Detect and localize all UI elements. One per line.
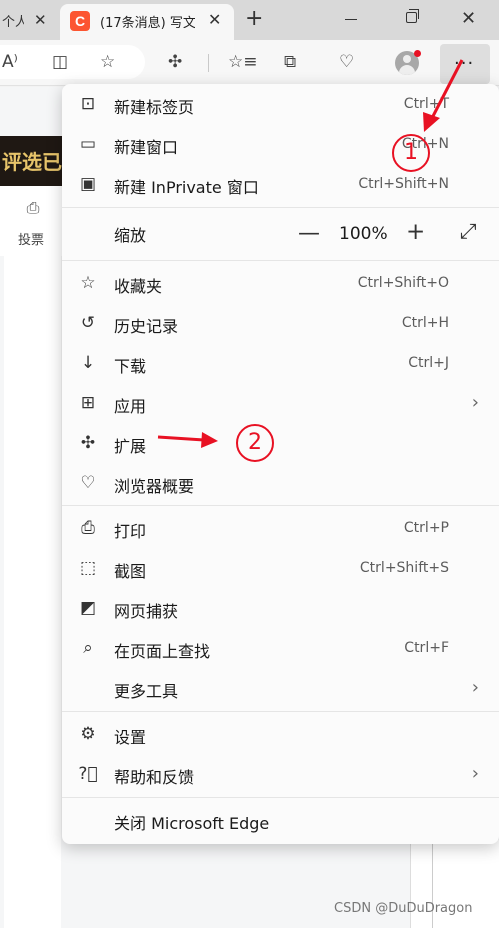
arrow-2-head <box>201 432 218 448</box>
annotation-marker-1: 1 <box>392 134 430 172</box>
arrow-1-head <box>423 112 440 132</box>
annotation-marker-2: 2 <box>236 424 274 462</box>
watermark: CSDN @DuDuDragon <box>334 901 473 916</box>
arrow-1-line <box>428 59 464 123</box>
arrow-2-line <box>157 435 205 442</box>
